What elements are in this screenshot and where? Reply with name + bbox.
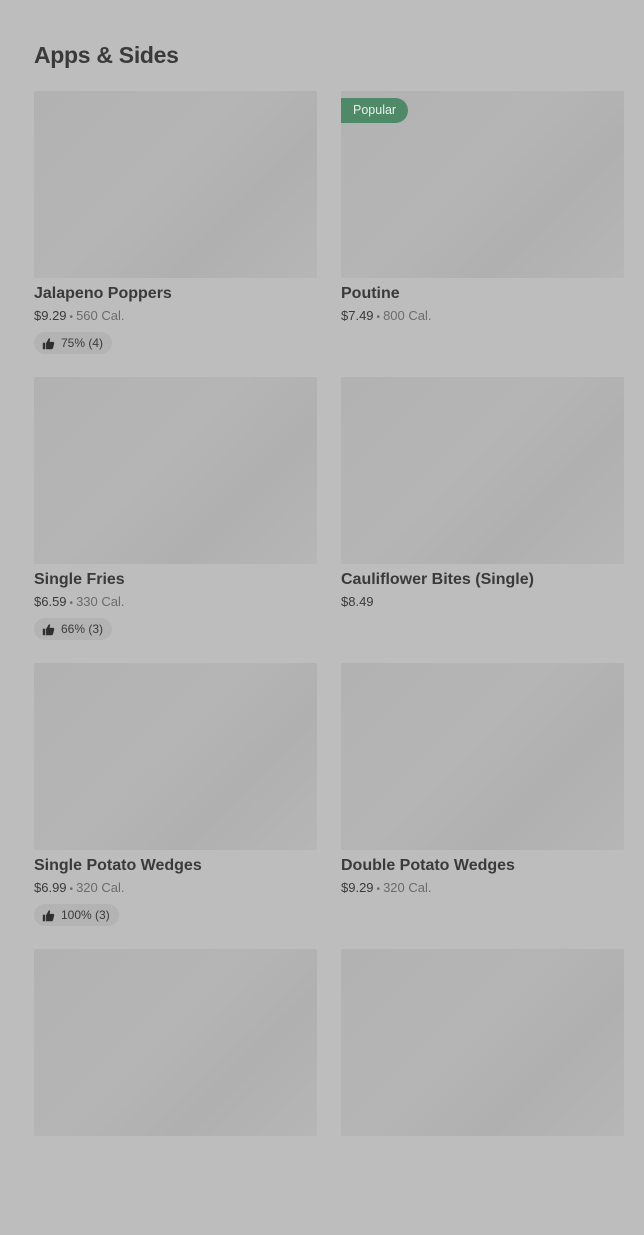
rating-value: 100% (3)	[61, 908, 110, 922]
item-image[interactable]	[341, 377, 624, 564]
item-meta: $9.29 • 320 Cal.	[341, 879, 624, 898]
separator-dot: •	[69, 312, 74, 323]
item-meta: $7.49 • 800 Cal.	[341, 307, 624, 326]
menu-item-card[interactable]: Popular Poutine $7.49 • 800 Cal.	[341, 91, 624, 377]
menu-item-card[interactable]: Single Potato Wedges $6.99 • 320 Cal. 100%…	[34, 663, 317, 949]
item-image[interactable]: Popular	[341, 91, 624, 278]
menu-grid: Jalapeno Poppers $9.29 • 560 Cal. 75% (4) …	[34, 91, 624, 1235]
item-name[interactable]: Jalapeno Poppers	[34, 284, 317, 303]
menu-item-card[interactable]: Cauliflower Bites (Single) $8.49	[341, 377, 624, 663]
item-calories: 320 Cal.	[383, 880, 432, 895]
item-meta: $8.49	[341, 593, 624, 610]
item-image[interactable]	[34, 91, 317, 278]
item-price: $8.49	[341, 594, 374, 609]
item-name[interactable]: Poutine	[341, 284, 624, 303]
thumbs-up-icon	[42, 623, 55, 635]
menu-item-card[interactable]: Double Potato Wedges $9.29 • 320 Cal.	[341, 663, 624, 949]
separator-dot: •	[376, 884, 381, 895]
section-title: Apps & Sides	[34, 42, 179, 68]
item-image[interactable]	[34, 663, 317, 850]
menu-item-card[interactable]: Single Fries $6.59 • 330 Cal. 66% (3)	[34, 377, 317, 663]
item-meta: $6.59 • 330 Cal.	[34, 593, 317, 612]
item-name[interactable]: Cauliflower Bites (Single)	[341, 570, 624, 589]
popular-badge: Popular	[341, 98, 409, 123]
item-name[interactable]: Single Fries	[34, 570, 317, 589]
item-image[interactable]	[341, 663, 624, 850]
thumbs-up-icon	[42, 909, 55, 921]
rating-value: 66% (3)	[61, 622, 104, 636]
item-price: $6.59	[34, 594, 67, 609]
item-price: $9.29	[34, 308, 67, 323]
item-image[interactable]	[34, 377, 317, 564]
separator-dot: •	[69, 598, 74, 609]
item-calories: 800 Cal.	[383, 308, 432, 323]
rating-value: 75% (4)	[61, 336, 104, 350]
rating-pill: 75% (4)	[34, 332, 113, 354]
item-calories: 320 Cal.	[76, 880, 125, 895]
item-name[interactable]: Double Potato Wedges	[341, 856, 624, 875]
item-meta: $6.99 • 320 Cal.	[34, 879, 317, 898]
menu-item-card[interactable]	[34, 949, 317, 1235]
item-price: $9.29	[341, 880, 374, 895]
item-price: $7.49	[341, 308, 374, 323]
rating-pill: 66% (3)	[34, 618, 113, 640]
item-meta: $9.29 • 560 Cal.	[34, 307, 317, 326]
item-price: $6.99	[34, 880, 67, 895]
thumbs-up-icon	[42, 337, 55, 349]
menu-item-card[interactable]	[341, 949, 624, 1235]
item-image[interactable]	[34, 949, 317, 1136]
item-calories: 330 Cal.	[76, 594, 125, 609]
item-calories: 560 Cal.	[76, 308, 125, 323]
menu-item-card[interactable]: Jalapeno Poppers $9.29 • 560 Cal. 75% (4)	[34, 91, 317, 377]
rating-pill: 100% (3)	[34, 904, 119, 926]
item-image[interactable]	[341, 949, 624, 1136]
item-name[interactable]: Single Potato Wedges	[34, 856, 317, 875]
separator-dot: •	[376, 312, 381, 323]
separator-dot: •	[69, 884, 74, 895]
